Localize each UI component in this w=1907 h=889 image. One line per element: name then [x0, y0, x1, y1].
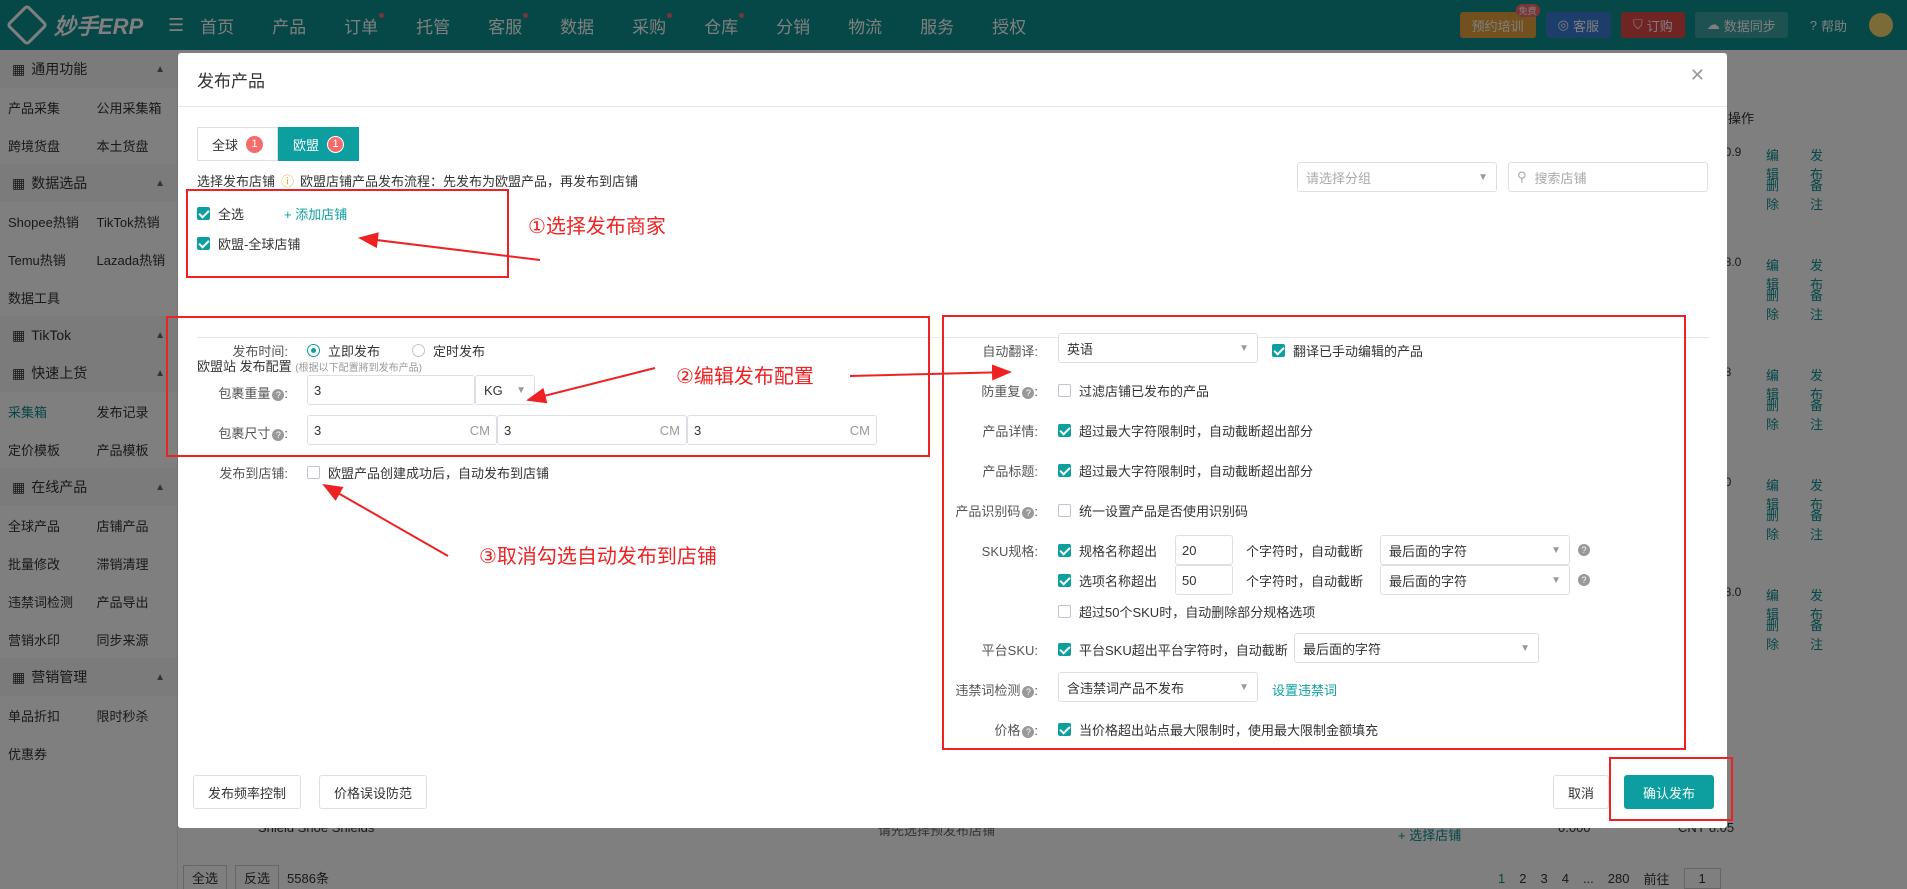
arrow-step2-right [849, 364, 1012, 381]
arrow-step1 [358, 232, 541, 261]
arrow-step2-left [526, 367, 656, 404]
arrow-step3 [322, 484, 449, 557]
annotation-arrows [322, 232, 1012, 557]
